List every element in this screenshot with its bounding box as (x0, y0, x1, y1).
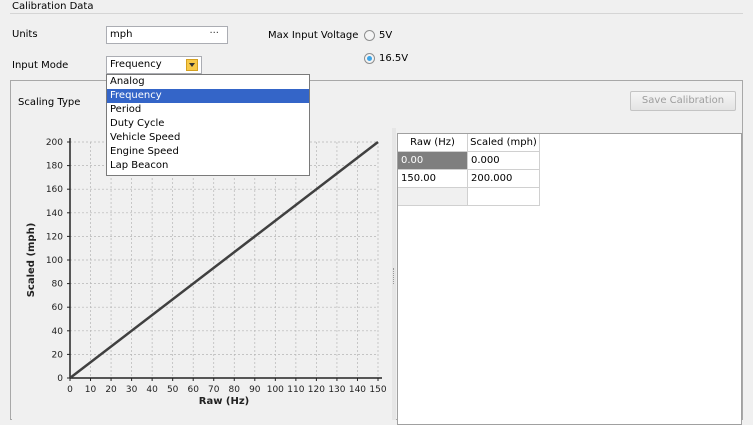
dropdown-option-analog[interactable]: Analog (107, 75, 309, 89)
section-title: Calibration Data (12, 1, 94, 12)
y-tick-label: 120 (46, 232, 63, 242)
voltage-5v-label: 5V (379, 30, 393, 41)
x-tick-label: 100 (267, 385, 284, 395)
table-cell-scaled[interactable]: 200.000 (468, 170, 540, 188)
input-mode-select[interactable]: Frequency (106, 56, 202, 74)
x-tick-label: 70 (208, 385, 220, 395)
x-tick-label: 110 (287, 385, 304, 395)
calibration-table: Raw (Hz) Scaled (mph) 0.00 0.000 150.00 … (397, 133, 742, 425)
table-cell-raw[interactable]: 150.00 (398, 170, 468, 188)
x-tick-label: 0 (67, 385, 73, 395)
x-tick-label: 130 (328, 385, 345, 395)
x-tick-label: 40 (146, 385, 158, 395)
y-axis-label: Scaled (mph) (26, 223, 37, 298)
x-tick-label: 90 (249, 385, 261, 395)
dropdown-option-engine-speed[interactable]: Engine Speed (107, 145, 309, 159)
input-mode-dropdown: Analog Frequency Period Duty Cycle Vehic… (106, 74, 310, 176)
y-tick-label: 200 (46, 138, 63, 148)
dropdown-option-duty-cycle[interactable]: Duty Cycle (107, 117, 309, 131)
y-tick-label: 20 (52, 350, 64, 360)
splitter-grip-icon (393, 268, 396, 284)
dropdown-arrow-icon[interactable] (186, 59, 198, 71)
y-tick-label: 40 (52, 327, 64, 337)
y-tick-label: 160 (46, 185, 63, 195)
y-tick-label: 100 (46, 256, 63, 266)
dropdown-option-frequency[interactable]: Frequency (107, 89, 309, 103)
table-cell-scaled[interactable]: 0.000 (468, 152, 540, 170)
voltage-16-5v-radio[interactable] (364, 53, 375, 64)
table-header-scaled[interactable]: Scaled (mph) (468, 134, 540, 152)
table-cell-raw[interactable] (398, 188, 468, 206)
table-cell-raw[interactable]: 0.00 (398, 152, 468, 170)
units-value: mph (110, 29, 133, 40)
voltage-16-5v-label: 16.5V (379, 53, 409, 64)
max-voltage-label: Max Input Voltage (268, 30, 359, 41)
y-tick-label: 80 (52, 280, 64, 290)
save-calibration-button[interactable]: Save Calibration (630, 91, 736, 111)
scaling-type-label: Scaling Type (18, 97, 81, 108)
table-header-raw[interactable]: Raw (Hz) (398, 134, 468, 152)
units-browse-button[interactable]: ··· (209, 28, 219, 39)
voltage-5v-radio[interactable] (364, 30, 375, 41)
units-field[interactable]: mph ··· (106, 26, 228, 44)
dropdown-option-period[interactable]: Period (107, 103, 309, 117)
x-tick-label: 80 (229, 385, 241, 395)
section-divider (10, 13, 743, 14)
x-tick-label: 150 (369, 385, 386, 395)
table-cell-scaled[interactable] (468, 188, 540, 206)
y-tick-label: 140 (46, 209, 63, 219)
y-tick-label: 60 (52, 303, 64, 313)
y-tick-label: 0 (57, 374, 63, 384)
dropdown-option-vehicle-speed[interactable]: Vehicle Speed (107, 131, 309, 145)
x-tick-label: 20 (105, 385, 117, 395)
x-tick-label: 10 (85, 385, 97, 395)
input-mode-value: Frequency (110, 59, 162, 70)
x-axis-label: Raw (Hz) (199, 396, 250, 407)
y-tick-label: 180 (46, 162, 63, 172)
x-tick-label: 50 (167, 385, 179, 395)
input-mode-label: Input Mode (12, 60, 69, 71)
x-tick-label: 120 (308, 385, 325, 395)
units-label: Units (12, 29, 38, 40)
x-tick-label: 60 (187, 385, 199, 395)
x-tick-label: 140 (349, 385, 366, 395)
x-tick-label: 30 (126, 385, 138, 395)
dropdown-option-lap-beacon[interactable]: Lap Beacon (107, 159, 309, 173)
